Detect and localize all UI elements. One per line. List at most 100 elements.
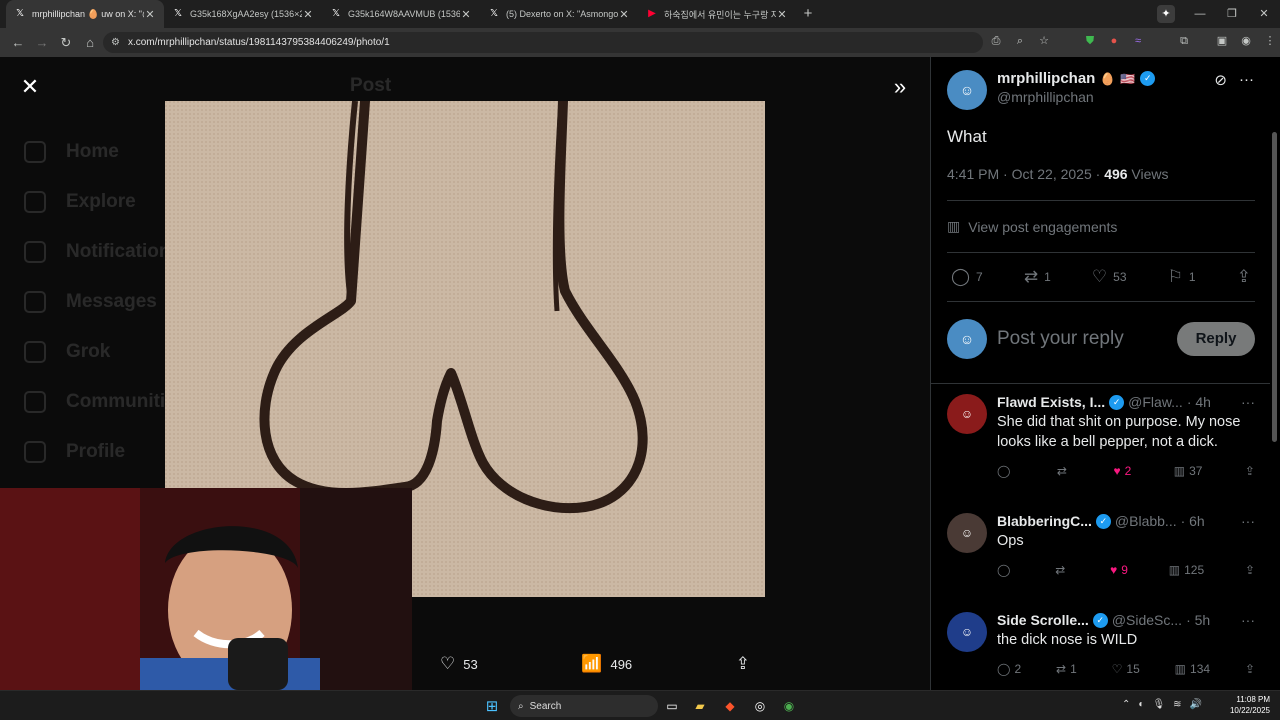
close-tab-icon[interactable]: ✕ [460,8,472,21]
install-icon[interactable]: ⎙ [988,33,1004,49]
my-avatar[interactable]: ☺ [947,319,987,359]
volume-icon[interactable]: 🔊 [1190,699,1202,710]
reply-avatar[interactable]: ☺ [947,394,987,434]
reply-author-name[interactable]: Flawd Exists, I... [997,394,1105,410]
sparkle-icon[interactable]: ✦ [1157,5,1175,23]
post-timestamp[interactable]: 4:41 PM · Oct 22, 2025 · [947,166,1104,182]
tray-expand-icon[interactable]: ⌃ [1122,699,1130,710]
bookmark-star-icon[interactable]: ☆ [1036,33,1052,49]
file-explorer-icon[interactable]: ▰ [692,696,708,716]
browser-tab[interactable]: ▶ 하숙집에서 유민이는 누구랑 자 ✕ [638,0,796,28]
repost-button[interactable]: ⇄ 1 [1056,662,1077,676]
purple-extension-icon[interactable]: ≈ [1130,33,1146,49]
repost-button[interactable]: ⇄ 1 [1024,267,1051,287]
site-info-icon[interactable]: ⚙ [111,37,120,48]
start-windows-icon[interactable]: ⊞ [482,696,502,716]
grok-icon[interactable]: ⊘ [1214,71,1227,89]
scrollbar-thumb[interactable] [1272,132,1277,442]
microphone-icon[interactable]: 🎙 [1152,699,1165,710]
more-options-icon[interactable]: ··· [1241,394,1255,410]
back-icon[interactable]: ← [6,31,30,55]
forward-icon[interactable]: → [30,31,54,55]
reply-button[interactable]: ◯ 2 [997,662,1021,676]
more-options-icon[interactable]: ··· [1239,71,1254,89]
reply-item[interactable]: ☺ Flawd Exists, I... ✓ @Flaw... · 4h ···… [947,394,1255,478]
share-button[interactable]: ⇪ [1245,464,1255,478]
share-button[interactable]: ⇪ [1237,267,1251,287]
viewer-share-button[interactable]: ⇪ [736,654,750,674]
reply-avatar[interactable]: ☺ [947,612,987,652]
close-tab-icon[interactable]: ✕ [618,8,630,21]
close-tab-icon[interactable]: ✕ [302,8,314,21]
like-button[interactable]: ♡ 15 [1112,662,1140,676]
repost-button[interactable]: ⇄ [1057,464,1071,478]
task-view-icon[interactable]: ▭ [664,696,680,716]
more-options-icon[interactable]: ··· [1241,513,1255,529]
browser-tab[interactable]: 𝕏 G35k168XgAA2esy (1536×2048) ✕ [164,0,322,28]
reply-time[interactable]: · 4h [1187,394,1211,410]
views-button[interactable]: ▥ 134 [1175,662,1210,676]
close-tab-icon[interactable]: ✕ [144,8,156,21]
maximize-icon[interactable]: ❐ [1216,0,1248,28]
author-avatar[interactable]: ☺ [947,70,987,110]
views-button[interactable]: ▥ 125 [1169,563,1204,577]
browser-tab[interactable]: 𝕏 mrphillipchan 🥚 uw on X: "@S ✕ [6,0,164,28]
shield-extension-icon[interactable]: ⛊ [1082,33,1098,49]
new-tab-button[interactable]: + [796,0,820,28]
reply-time[interactable]: · 6h [1181,513,1205,529]
view-engagements-link[interactable]: ▥ View post engagements [947,218,1117,235]
reply-input[interactable]: Post your reply [997,328,1167,350]
close-tab-icon[interactable]: ✕ [776,8,788,21]
viewer-views-button[interactable]: 📶 496 [581,654,632,674]
repost-button[interactable]: ⇄ [1055,563,1069,577]
menu-icon[interactable]: ⋮ [1262,33,1278,49]
author-handle[interactable]: @mrphillipchan [997,89,1155,105]
red-extension-icon[interactable]: ● [1106,33,1122,49]
profile-avatar[interactable]: ◉ [1238,33,1254,49]
home-icon[interactable]: ⌂ [78,31,102,55]
reply-time[interactable]: · 5h [1186,612,1210,628]
author-name-row[interactable]: mrphillipchan 🥚 🇺🇸 ✓ [997,70,1156,87]
reload-icon[interactable]: ↻ [54,31,78,55]
collapse-panel-icon[interactable]: » [888,75,912,99]
more-options-icon[interactable]: ··· [1241,612,1255,628]
reply-button[interactable]: ◯ [997,464,1014,478]
reply-item[interactable]: ☺ BlabberingC... ✓ @Blabb... · 6h ··· Op… [947,513,1255,577]
reply-author-name[interactable]: Side Scrolle... [997,612,1089,628]
minimize-icon[interactable]: — [1184,0,1216,28]
scrollbar[interactable] [1270,57,1280,690]
share-button[interactable]: ⇪ [1245,563,1255,577]
share-button[interactable]: ⇪ [1245,662,1255,676]
wifi-icon[interactable]: ≋ [1173,699,1181,710]
close-viewer-icon[interactable]: ✕ [18,75,42,99]
tray-app-icon[interactable]: ◐ [1138,699,1144,710]
author-display-name[interactable]: mrphillipchan [997,70,1095,87]
chrome-icon[interactable]: ◉ [781,696,797,716]
sidepanel-icon[interactable]: ▣ [1214,33,1230,49]
views-button[interactable]: ▥ 37 [1174,464,1203,478]
like-button[interactable]: ♥ 2 [1113,464,1131,478]
reply-submit-button[interactable]: Reply [1177,322,1255,356]
brave-icon[interactable]: ◆ [722,696,738,716]
address-bar[interactable]: ⚙ x.com/mrphillipchan/status/19811437953… [103,32,983,53]
reply-author-handle[interactable]: @SideSc... [1112,612,1182,628]
browser-tab[interactable]: 𝕏 G35k164W8AAVMUB (1536×2048) ✕ [322,0,480,28]
reply-item[interactable]: ☺ Side Scrolle... ✓ @SideSc... · 5h ··· … [947,612,1255,676]
browser-tab[interactable]: 𝕏 (5) Dexerto on X: "Asmongold ✕ [480,0,638,28]
zoom-icon[interactable]: ⌕ [1012,33,1028,49]
reply-avatar[interactable]: ☺ [947,513,987,553]
reply-button[interactable]: ◯ 7 [951,267,983,287]
taskbar-clock[interactable]: 11:08 PM 10/22/2025 [1230,694,1270,716]
viewer-like-button[interactable]: ♡ 53 [440,654,478,674]
reply-author-handle[interactable]: @Flaw... [1128,394,1183,410]
bookmark-button[interactable]: ⚐ 1 [1168,267,1196,287]
reply-author-name[interactable]: BlabberingC... [997,513,1092,529]
obs-icon[interactable]: ◎ [752,696,768,716]
like-button[interactable]: ♡ 53 [1092,267,1127,287]
like-button[interactable]: ♥ 9 [1110,563,1128,577]
extensions-puzzle-icon[interactable]: ⧉ [1176,33,1192,49]
reply-button[interactable]: ◯ [997,563,1014,577]
close-window-icon[interactable]: ✕ [1248,0,1280,28]
taskbar-search[interactable]: ⌕ Search [510,695,658,717]
reply-author-handle[interactable]: @Blabb... [1115,513,1177,529]
